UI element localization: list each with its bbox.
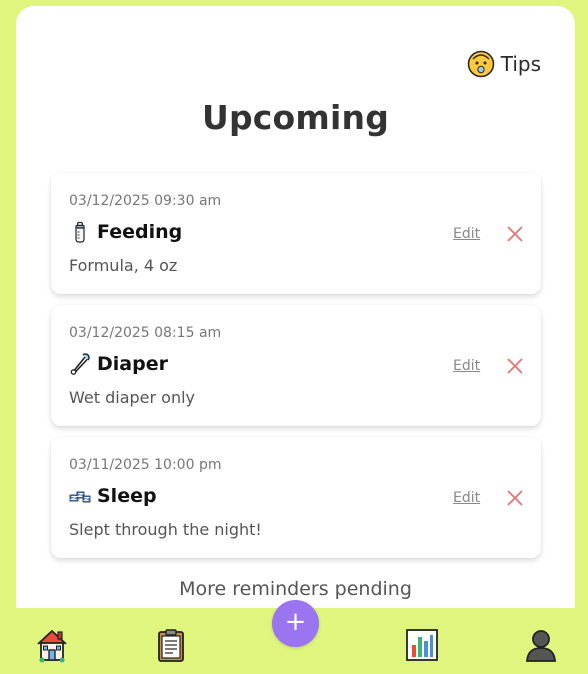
delete-icon[interactable] bbox=[506, 225, 524, 243]
reminder-note: Slept through the night! bbox=[69, 520, 262, 539]
add-reminder-button[interactable]: + bbox=[272, 600, 319, 647]
house-icon[interactable] bbox=[34, 627, 70, 663]
safety-pin-icon bbox=[70, 353, 90, 375]
more-reminders-text: More reminders pending bbox=[179, 578, 412, 600]
reminder-datetime: 03/11/2025 10:00 pm bbox=[69, 457, 222, 473]
reminder-datetime: 03/12/2025 08:15 am bbox=[69, 325, 222, 341]
reminder-card-sleep: 03/11/2025 10:00 pm Sleep Slept through … bbox=[51, 437, 541, 558]
delete-icon[interactable] bbox=[506, 357, 524, 375]
zzz-icon bbox=[69, 491, 91, 503]
tips-label: Tips bbox=[500, 52, 541, 76]
reminder-type: Feeding bbox=[97, 221, 183, 243]
delete-icon[interactable] bbox=[506, 489, 524, 507]
bar-chart-icon[interactable] bbox=[404, 627, 440, 663]
edit-button[interactable]: Edit bbox=[453, 358, 480, 374]
reminder-title-row: Diaper bbox=[69, 353, 168, 375]
reminder-title-row: Sleep bbox=[69, 485, 157, 507]
edit-button[interactable]: Edit bbox=[453, 490, 480, 506]
reminder-title-row: Feeding bbox=[69, 221, 182, 243]
reminder-note: Wet diaper only bbox=[69, 388, 195, 407]
reminder-note: Formula, 4 oz bbox=[69, 256, 178, 275]
reminder-card-diaper: 03/12/2025 08:15 am Diaper Wet diaper on… bbox=[51, 305, 541, 426]
reminder-type: Diaper bbox=[97, 353, 168, 375]
reminder-datetime: 03/12/2025 09:30 am bbox=[69, 193, 222, 209]
baby-face-icon bbox=[467, 50, 495, 78]
clipboard-icon[interactable] bbox=[153, 627, 189, 663]
tips-button[interactable]: Tips bbox=[467, 50, 541, 78]
main-card: Tips Upcoming 03/12/2025 09:30 am Feedin… bbox=[16, 6, 575, 646]
reminder-card-feeding: 03/12/2025 09:30 am Feeding Formula, 4 o… bbox=[51, 173, 541, 294]
reminder-type: Sleep bbox=[97, 485, 157, 507]
page-title: Upcoming bbox=[201, 98, 390, 137]
user-silhouette-icon[interactable] bbox=[523, 627, 559, 663]
baby-bottle-icon bbox=[75, 221, 85, 243]
edit-button[interactable]: Edit bbox=[453, 226, 480, 242]
